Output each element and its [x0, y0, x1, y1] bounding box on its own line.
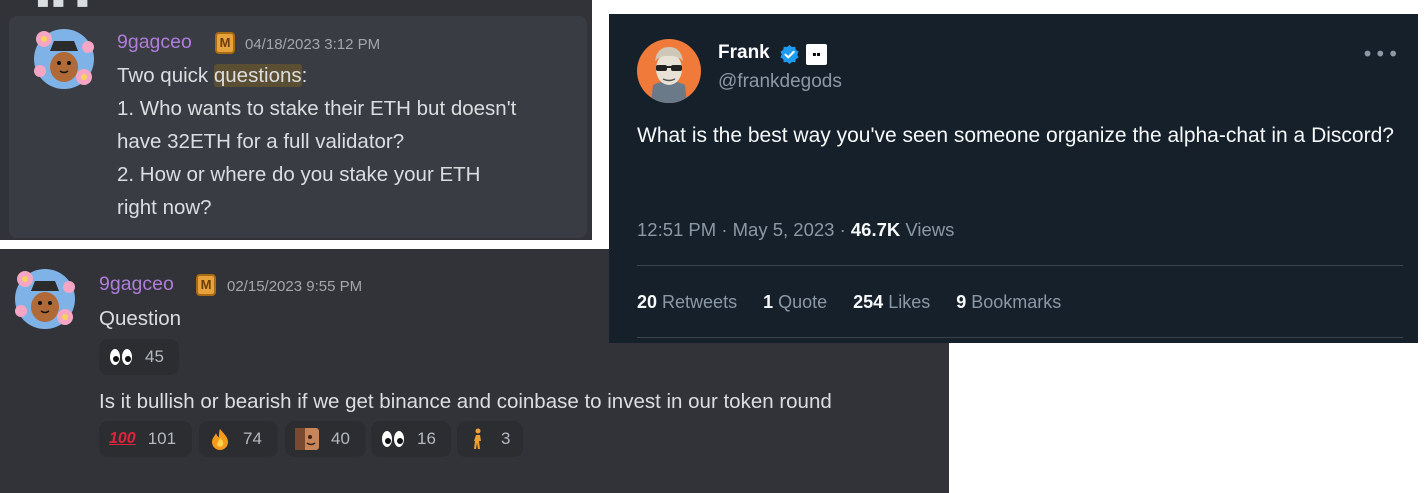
message-text: Is it bullish or bearish if we get binan… [99, 390, 832, 413]
reaction-count: 40 [331, 429, 350, 448]
tweet-time[interactable]: 12:51 PM · May 5, 2023 · [637, 219, 851, 240]
tweet-text: What is the best way you've seen someone… [637, 124, 1394, 147]
timestamp: 04/18/2023 3:12 PM [245, 36, 381, 53]
timestamp: 02/15/2023 9:55 PM [227, 278, 363, 295]
more-options-icon[interactable]: ••• [1362, 42, 1400, 66]
reaction-count: 3 [501, 429, 511, 448]
profile-avatar[interactable] [637, 39, 701, 103]
hundred-icon: 100 [109, 430, 136, 447]
engagement-stats: 20 Retweets 1 Quote 254 Likes 9 Bookmark… [637, 292, 1061, 313]
user-handle[interactable]: @frankdegods [718, 71, 842, 93]
member-badge-icon[interactable]: M [215, 32, 235, 54]
reaction-hundred[interactable]: 100 101 [99, 421, 192, 457]
eyes-icon [109, 348, 133, 366]
display-name[interactable]: Frank [718, 42, 770, 64]
message-line: Two quick questions: [117, 64, 308, 87]
previous-message-fragment: ▪▪ ▪ [36, 0, 92, 12]
divider [637, 265, 1403, 266]
likes-stat[interactable]: 254 Likes [853, 292, 930, 313]
affiliate-badge-icon[interactable]: ▪▪ [806, 44, 827, 65]
bookmarks-stat[interactable]: 9 Bookmarks [956, 292, 1061, 313]
verified-badge-icon [780, 44, 799, 65]
reaction-count: 101 [147, 429, 177, 448]
message-text: Question [99, 307, 182, 330]
member-badge-icon[interactable]: M [196, 274, 216, 296]
tweet-timestamp: 12:51 PM · May 5, 2023 · 46.7K Views [637, 219, 954, 241]
reaction-count: 74 [243, 429, 262, 448]
person-icon [467, 428, 489, 450]
quotes-stat[interactable]: 1 Quote [763, 292, 827, 313]
reaction-count: 45 [145, 347, 164, 366]
views-label: Views [900, 219, 955, 240]
fire-icon [209, 428, 231, 450]
reaction-face[interactable]: 40 [285, 421, 366, 457]
message-line: 1. Who wants to stake their ETH but does… [117, 97, 517, 120]
divider [637, 337, 1403, 338]
search-highlight: questions [213, 64, 302, 87]
message-line: have 32ETH for a full validator? [117, 130, 405, 153]
username[interactable]: 9gagceo [99, 273, 174, 296]
reaction-fire[interactable]: 74 [199, 421, 278, 457]
retweets-stat[interactable]: 20 Retweets [637, 292, 737, 313]
reaction-eyes[interactable]: 45 [99, 339, 179, 375]
discord-message-card[interactable]: 9gagceo M 04/18/2023 3:12 PM Two quick q… [9, 16, 587, 238]
discord-message-panel-top: ▪▪ ▪ 9gagceo M 04/18/2023 3:12 PM Two qu… [0, 0, 592, 240]
face-icon [295, 428, 319, 450]
username[interactable]: 9gagceo [117, 31, 192, 54]
tweet-card[interactable]: Frank ▪▪ @frankdegods ••• What is the be… [609, 14, 1418, 343]
user-avatar[interactable] [32, 27, 96, 91]
views-count: 46.7K [850, 219, 901, 240]
eyes-icon [381, 430, 405, 448]
user-avatar[interactable] [13, 267, 77, 331]
message-line: right now? [117, 196, 212, 219]
message-line: 2. How or where do you stake your ETH [117, 163, 481, 186]
reaction-person[interactable]: 3 [457, 421, 523, 457]
reaction-eyes[interactable]: 16 [371, 421, 451, 457]
reaction-count: 16 [417, 429, 436, 448]
